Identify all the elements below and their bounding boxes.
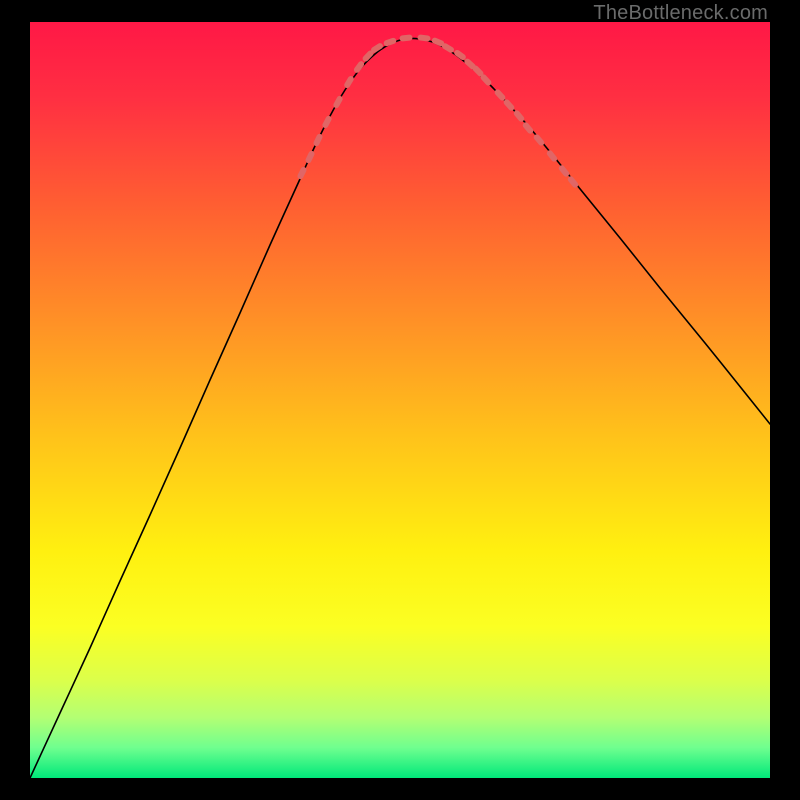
plot-area	[30, 22, 770, 778]
curve-marker	[304, 150, 315, 164]
chart-frame: TheBottleneck.com	[0, 0, 800, 800]
curve-marker	[383, 37, 397, 47]
curve-marker	[353, 60, 366, 74]
curve-marker	[321, 115, 332, 129]
curve-marker	[332, 95, 344, 109]
curve-marker	[399, 34, 413, 41]
curve-marker	[522, 121, 535, 135]
curve-marker	[296, 166, 307, 180]
curve-marker	[312, 133, 323, 147]
curve-marker	[417, 34, 431, 42]
curve-layer	[30, 22, 770, 778]
marker-group	[296, 34, 579, 189]
bottleneck-curve	[30, 38, 770, 778]
curve-marker	[453, 49, 467, 61]
